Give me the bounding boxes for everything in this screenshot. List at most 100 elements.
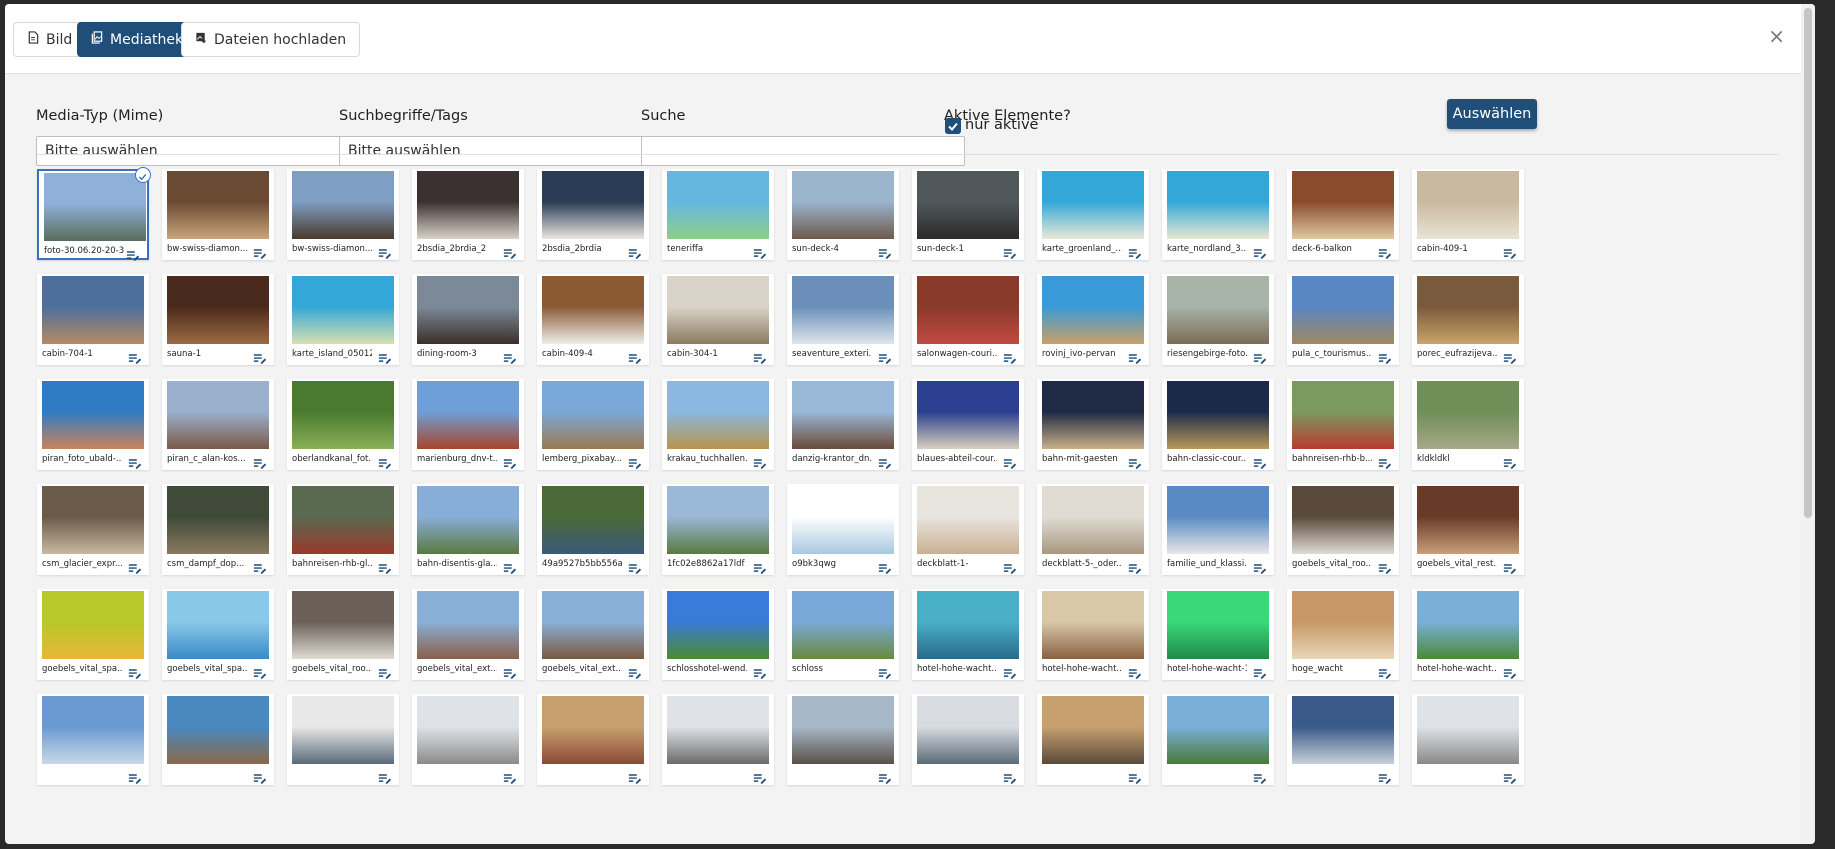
only-active-checkbox[interactable] xyxy=(945,118,961,134)
media-tile[interactable]: krakau_tuchhallen... xyxy=(662,379,774,470)
select-button[interactable]: Auswählen xyxy=(1447,99,1537,129)
edit-list-icon[interactable] xyxy=(503,244,519,259)
edit-list-icon[interactable] xyxy=(378,769,394,784)
edit-list-icon[interactable] xyxy=(128,454,144,469)
scrollbar-thumb[interactable] xyxy=(1804,8,1812,518)
media-tile[interactable]: danzig-krantor_dn... xyxy=(787,379,899,470)
media-tile[interactable] xyxy=(662,694,774,785)
edit-list-icon[interactable] xyxy=(1378,454,1394,469)
media-tile[interactable] xyxy=(37,694,149,785)
media-tile[interactable]: karte_island_050121 xyxy=(287,274,399,365)
media-tile[interactable]: sun-deck-4 xyxy=(787,169,899,260)
edit-list-icon[interactable] xyxy=(878,244,894,259)
edit-list-icon[interactable] xyxy=(1503,244,1519,259)
media-tile[interactable]: 2bsdia_2brdia xyxy=(537,169,649,260)
edit-list-icon[interactable] xyxy=(1378,664,1394,679)
edit-list-icon[interactable] xyxy=(1128,769,1144,784)
media-tile[interactable]: bw-swiss-diamon... xyxy=(287,169,399,260)
edit-list-icon[interactable] xyxy=(878,769,894,784)
media-tile[interactable]: deckblatt-5-_oder... xyxy=(1037,484,1149,575)
edit-list-icon[interactable] xyxy=(1003,559,1019,574)
media-tile[interactable]: piran_c_alan-kos... xyxy=(162,379,274,470)
edit-list-icon[interactable] xyxy=(753,559,769,574)
edit-list-icon[interactable] xyxy=(378,349,394,364)
media-tile[interactable]: dining-room-3 xyxy=(412,274,524,365)
edit-list-icon[interactable] xyxy=(128,769,144,784)
media-tile[interactable] xyxy=(912,694,1024,785)
edit-list-icon[interactable] xyxy=(1378,769,1394,784)
edit-list-icon[interactable] xyxy=(503,664,519,679)
media-tile[interactable] xyxy=(162,694,274,785)
media-tile[interactable]: porec_eufrazijeva... xyxy=(1412,274,1524,365)
tags-select[interactable]: Bitte auswählen xyxy=(339,136,663,166)
edit-list-icon[interactable] xyxy=(378,244,394,259)
edit-list-icon[interactable] xyxy=(126,246,142,261)
edit-list-icon[interactable] xyxy=(1378,349,1394,364)
tab-mediathek[interactable]: Mediathek xyxy=(77,22,198,57)
media-tile[interactable]: schloss xyxy=(787,589,899,680)
media-tile[interactable]: bahnreisen-rhb-gl... xyxy=(287,484,399,575)
media-tile[interactable] xyxy=(412,694,524,785)
edit-list-icon[interactable] xyxy=(753,664,769,679)
media-tile[interactable]: foto-30.06.20-20-3... xyxy=(37,167,151,261)
edit-list-icon[interactable] xyxy=(878,664,894,679)
media-tile[interactable]: hotel-hohe-wacht-1 xyxy=(1162,589,1274,680)
edit-list-icon[interactable] xyxy=(1378,244,1394,259)
edit-list-icon[interactable] xyxy=(878,349,894,364)
media-tile[interactable]: hotel-hohe-wacht... xyxy=(1412,589,1524,680)
edit-list-icon[interactable] xyxy=(378,559,394,574)
media-tile[interactable]: cabin-704-1 xyxy=(37,274,149,365)
edit-list-icon[interactable] xyxy=(1128,664,1144,679)
media-tile[interactable]: teneriffa xyxy=(662,169,774,260)
media-tile[interactable]: 2bsdia_2brdia_2 xyxy=(412,169,524,260)
edit-list-icon[interactable] xyxy=(503,349,519,364)
media-tile[interactable]: hotel-hohe-wacht... xyxy=(1037,589,1149,680)
edit-list-icon[interactable] xyxy=(628,244,644,259)
media-tile[interactable] xyxy=(1037,694,1149,785)
edit-list-icon[interactable] xyxy=(128,664,144,679)
media-tile[interactable] xyxy=(287,694,399,785)
media-tile[interactable]: seaventure_exteri... xyxy=(787,274,899,365)
media-tile[interactable] xyxy=(787,694,899,785)
media-tile[interactable]: familie_und_klassi... xyxy=(1162,484,1274,575)
media-tile[interactable]: riesengebirge-foto... xyxy=(1162,274,1274,365)
edit-list-icon[interactable] xyxy=(1003,244,1019,259)
media-tile[interactable]: deckblatt-1- xyxy=(912,484,1024,575)
media-tile[interactable]: karte_nordland_3... xyxy=(1162,169,1274,260)
edit-list-icon[interactable] xyxy=(253,559,269,574)
media-tile[interactable]: hoge_wacht xyxy=(1287,589,1399,680)
tab-bild[interactable]: Bild xyxy=(13,22,87,57)
edit-list-icon[interactable] xyxy=(1503,349,1519,364)
edit-list-icon[interactable] xyxy=(378,454,394,469)
edit-list-icon[interactable] xyxy=(1128,349,1144,364)
media-tile[interactable]: goebels_vital_rest... xyxy=(1412,484,1524,575)
tab-dateien-hochladen[interactable]: Dateien hochladen xyxy=(181,22,361,57)
edit-list-icon[interactable] xyxy=(253,349,269,364)
edit-list-icon[interactable] xyxy=(503,454,519,469)
edit-list-icon[interactable] xyxy=(1253,664,1269,679)
media-tile[interactable]: bahn-mit-gaesten xyxy=(1037,379,1149,470)
edit-list-icon[interactable] xyxy=(753,769,769,784)
media-tile[interactable]: bahn-disentis-gla... xyxy=(412,484,524,575)
edit-list-icon[interactable] xyxy=(1128,454,1144,469)
edit-list-icon[interactable] xyxy=(1253,454,1269,469)
edit-list-icon[interactable] xyxy=(628,769,644,784)
search-input[interactable] xyxy=(641,136,965,166)
edit-list-icon[interactable] xyxy=(1128,244,1144,259)
media-tile[interactable]: cabin-409-4 xyxy=(537,274,649,365)
media-tile[interactable]: goebels_vital_roo... xyxy=(1287,484,1399,575)
edit-list-icon[interactable] xyxy=(878,559,894,574)
edit-list-icon[interactable] xyxy=(628,349,644,364)
media-tile[interactable]: cabin-304-1 xyxy=(662,274,774,365)
edit-list-icon[interactable] xyxy=(378,664,394,679)
edit-list-icon[interactable] xyxy=(253,244,269,259)
edit-list-icon[interactable] xyxy=(878,454,894,469)
media-tile[interactable]: blaues-abteil-cour... xyxy=(912,379,1024,470)
media-tile[interactable]: cabin-409-1 xyxy=(1412,169,1524,260)
media-tile[interactable]: lemberg_pixabay... xyxy=(537,379,649,470)
media-tile[interactable] xyxy=(1287,694,1399,785)
media-tile[interactable] xyxy=(1162,694,1274,785)
edit-list-icon[interactable] xyxy=(753,244,769,259)
media-tile[interactable]: goebels_vital_spa... xyxy=(162,589,274,680)
media-tile[interactable]: piran_foto_ubald-... xyxy=(37,379,149,470)
